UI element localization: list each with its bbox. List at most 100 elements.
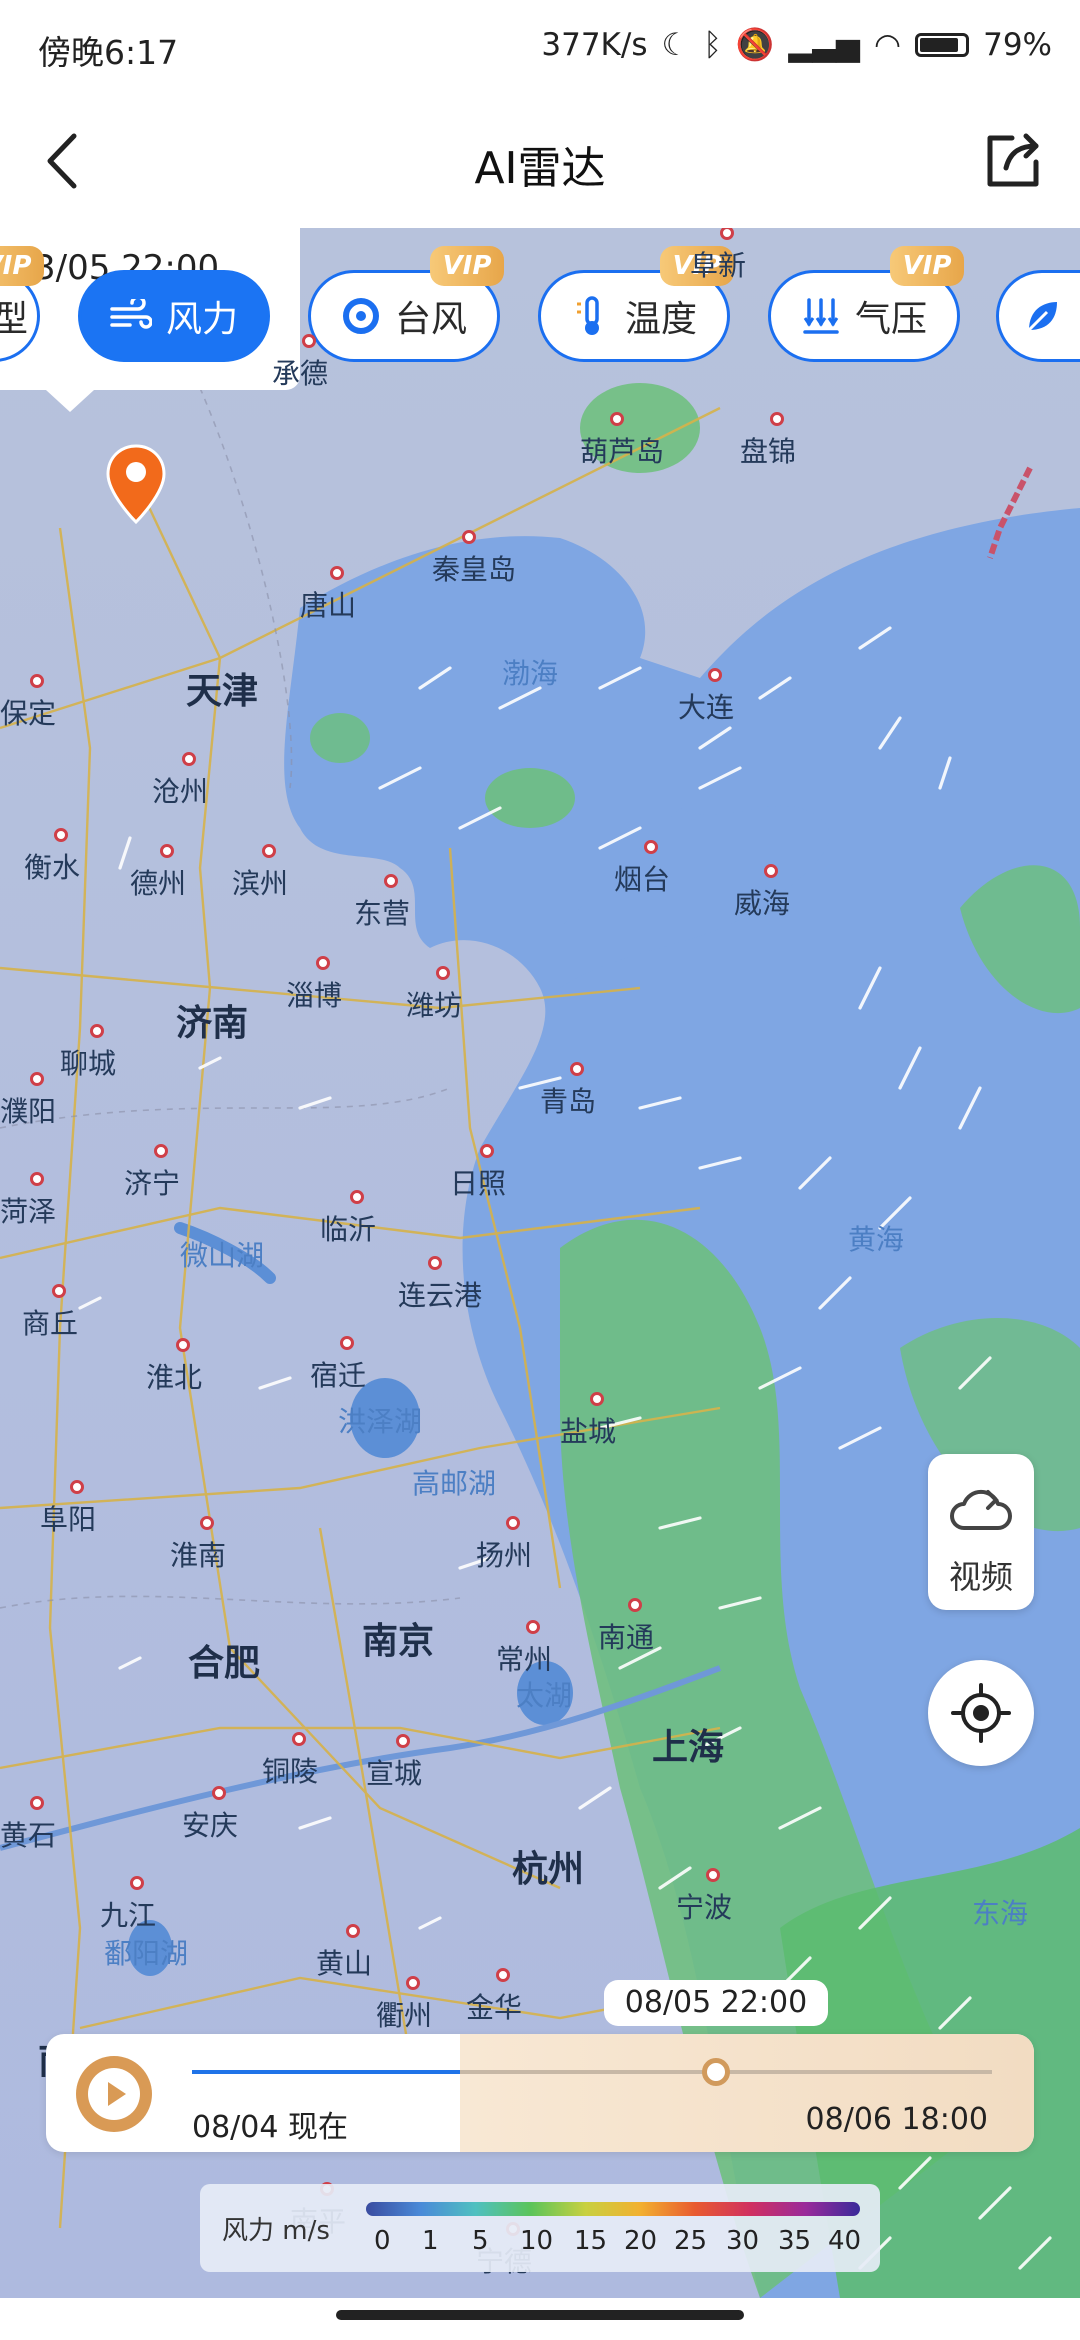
city-marker [160, 844, 174, 858]
location-pin-icon[interactable] [104, 442, 168, 528]
map-background [0, 383, 1080, 2298]
city-marker [90, 1024, 104, 1038]
city-label: 德州 [130, 867, 187, 900]
city-label: 青岛 [540, 1085, 597, 1118]
chip-temperature-label: 温度 [624, 299, 697, 340]
battery-level: 79% [983, 26, 1052, 63]
leaf-icon [1027, 302, 1057, 332]
legend-tick: 20 [624, 2226, 658, 2256]
city-label: 商丘 [22, 1307, 79, 1340]
city-marker [526, 1620, 540, 1634]
city-marker [30, 674, 44, 688]
battery-icon [915, 32, 970, 57]
city-marker [262, 844, 276, 858]
status-bar: 傍晚6:17 377K/s ☾ ᛒ 🔕 ▂▃▅ ◠ 79% [0, 0, 1080, 96]
city-marker [610, 412, 624, 426]
city-label: 杭州 [512, 1849, 585, 1890]
city-marker [480, 1144, 494, 1158]
city-label: 秦皇岛 [432, 553, 517, 586]
page-title: AI雷达 [474, 143, 606, 194]
city-marker [764, 864, 778, 878]
status-icons: 377K/s ☾ ᛒ 🔕 ▂▃▅ ◠ 79% [541, 26, 1052, 64]
city-marker [292, 1732, 306, 1746]
wifi-icon: ◠ [874, 26, 902, 63]
legend-tick: 25 [674, 2226, 708, 2256]
legend-color-bar [366, 2202, 860, 2216]
crosshair-icon [951, 1683, 1011, 1743]
home-indicator[interactable] [336, 2310, 744, 2320]
city-marker [30, 1796, 44, 1810]
city-label: 济宁 [124, 1167, 181, 1200]
city-label: 临沂 [320, 1213, 377, 1246]
city-label: 宣城 [366, 1757, 423, 1790]
city-label: 潍坊 [406, 989, 463, 1022]
water-label: 黄海 [848, 1223, 905, 1256]
city-label: 安庆 [182, 1809, 239, 1842]
city-marker [340, 1336, 354, 1350]
water-label: 洪泽湖 [338, 1405, 423, 1438]
city-label: 保定 [0, 697, 57, 730]
city-label: 淮北 [146, 1361, 203, 1394]
timeline-bar[interactable]: 08/04 现在 08/06 18:00 [46, 2034, 1034, 2152]
play-icon [88, 2068, 140, 2120]
legend-tick: 15 [574, 2226, 608, 2256]
city-label: 铜陵 [262, 1755, 319, 1788]
vip-badge-typhoon: VIP [430, 246, 504, 286]
city-label: 黄石 [0, 1819, 57, 1852]
city-marker [316, 956, 330, 970]
city-marker [52, 1284, 66, 1298]
city-marker [130, 1876, 144, 1890]
video-label: 视频 [948, 1558, 1013, 1596]
city-marker [570, 1062, 584, 1076]
weather-map[interactable]: 3/05 22:00 型 VIP 风力 台风 VIP 温度 VIP 气压 VIP… [0, 228, 1080, 2298]
chip-wind[interactable]: 风力 [78, 270, 270, 362]
city-marker [330, 566, 344, 580]
wind-legend: 风力 m/s 0 1 5 10 15 20 25 30 35 40 [200, 2184, 880, 2272]
city-label: 金华 [466, 1991, 523, 2024]
city-label: 扬州 [476, 1539, 533, 1572]
water-label: 高邮湖 [412, 1467, 497, 1500]
city-marker [200, 1516, 214, 1530]
city-marker [182, 752, 196, 766]
timeline-end-label: 08/06 18:00 [805, 2102, 988, 2137]
legend-tick: 30 [726, 2226, 760, 2256]
vip-badge-pressure: VIP [890, 246, 964, 286]
chip-more[interactable] [996, 270, 1080, 362]
legend-tick: 10 [520, 2226, 554, 2256]
city-label: 阜阳 [40, 1503, 97, 1536]
city-marker [590, 1392, 604, 1406]
city-label: 阜新 [690, 249, 747, 282]
city-label: 黄山 [316, 1947, 373, 1980]
city-label: 濮阳 [0, 1095, 57, 1128]
city-label: 南京 [362, 1621, 435, 1662]
water-label: 东海 [972, 1897, 1029, 1930]
timeline-track-fill [192, 2070, 460, 2074]
city-marker [30, 1172, 44, 1186]
legend-tick: 1 [422, 2226, 439, 2256]
video-button[interactable]: 视频 [928, 1454, 1034, 1610]
city-marker [506, 1516, 520, 1530]
city-label: 唐山 [300, 589, 357, 622]
timeline-slider-knob[interactable] [702, 2058, 730, 2086]
mute-icon: 🔕 [735, 27, 775, 63]
wind-icon [110, 299, 152, 329]
city-label: 承德 [272, 357, 329, 390]
city-label: 常州 [496, 1643, 553, 1676]
chip-typhoon-label: 台风 [394, 299, 467, 340]
share-icon[interactable] [982, 130, 1044, 192]
city-marker [346, 1924, 360, 1938]
water-label: 鄱阳湖 [104, 1937, 189, 1970]
status-time: 傍晚6:17 [38, 33, 179, 72]
chip-partial-label: 型 [0, 299, 28, 340]
city-marker [302, 334, 316, 348]
city-label: 日照 [450, 1167, 507, 1200]
city-marker [770, 412, 784, 426]
locate-button[interactable] [928, 1660, 1034, 1766]
city-marker [30, 1072, 44, 1086]
city-marker [70, 1480, 84, 1494]
play-button[interactable] [76, 2056, 152, 2132]
city-label: 合肥 [188, 1643, 261, 1684]
bluetooth-icon: ᛒ [703, 26, 722, 63]
city-marker [176, 1338, 190, 1352]
city-marker [628, 1598, 642, 1612]
